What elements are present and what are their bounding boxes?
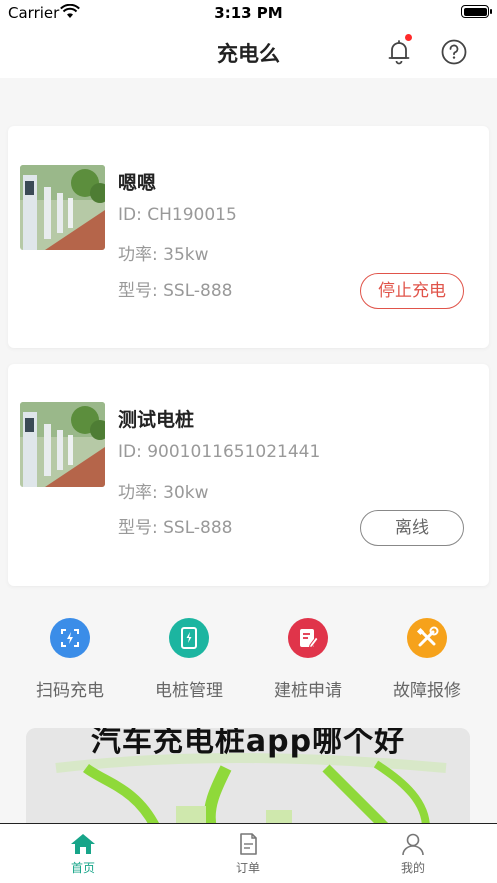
tab-profile[interactable]: 我的 [363, 832, 463, 876]
charger-icon [169, 618, 209, 658]
status-bar: Carrier 3:13 PM [0, 0, 497, 26]
station-name: 测试电桩 [118, 409, 195, 431]
repair-icon [407, 618, 447, 658]
nav-bar: 充电么 [0, 26, 497, 78]
home-icon [71, 834, 95, 854]
quick-action-label: 扫码充电 [36, 681, 104, 701]
notification-dot [405, 34, 412, 41]
station-power: 功率: 35kw [118, 245, 209, 265]
profile-icon [402, 833, 424, 856]
offline-button[interactable]: 离线 [360, 510, 464, 546]
quick-action-label: 建桩申请 [274, 681, 342, 701]
quick-action-label: 故障报修 [393, 681, 461, 701]
status-time: 3:13 PM [214, 4, 283, 22]
station-id: ID: CH190015 [118, 205, 237, 225]
station-name: 嗯嗯 [118, 172, 157, 194]
bell-icon[interactable] [385, 34, 413, 66]
tab-home[interactable]: 首页 [33, 832, 133, 876]
scan-charge-button[interactable]: 扫码充电 [20, 608, 120, 701]
fault-repair-button[interactable]: 故障报修 [377, 608, 477, 701]
quick-actions: 扫码充电 电桩管理 建桩申请 故障报修 [0, 608, 497, 708]
station-model: 型号: SSL-888 [118, 281, 233, 301]
station-power: 功率: 30kw [118, 483, 209, 503]
station-card[interactable]: 嗯嗯 ID: CH190015 功率: 35kw 型号: SSL-888 停止充… [8, 126, 489, 348]
charger-management-button[interactable]: 电桩管理 [139, 608, 239, 701]
station-id: ID: 9001011651021441 [118, 442, 321, 462]
tab-bar: 首页 订单 我的 [0, 823, 497, 883]
promo-banner[interactable]: 汽车充电桩app哪个好 [26, 728, 470, 828]
order-icon [240, 833, 257, 855]
build-application-button[interactable]: 建桩申请 [258, 608, 358, 701]
tab-label: 首页 [70, 861, 95, 875]
apply-icon [288, 618, 328, 658]
banner-title: 汽车充电桩app哪个好 [90, 728, 406, 759]
stop-charging-button[interactable]: 停止充电 [360, 273, 464, 309]
battery-icon [461, 5, 492, 18]
page-title: 充电么 [217, 42, 280, 66]
quick-action-label: 电桩管理 [155, 681, 223, 701]
tab-label: 我的 [400, 861, 425, 875]
station-model: 型号: SSL-888 [118, 518, 233, 538]
help-icon[interactable] [440, 38, 468, 66]
station-photo [20, 165, 105, 250]
station-photo [20, 402, 105, 487]
tab-label: 订单 [235, 861, 260, 875]
scan-icon [50, 618, 90, 658]
station-card[interactable]: 测试电桩 ID: 9001011651021441 功率: 30kw 型号: S… [8, 364, 489, 586]
tab-orders[interactable]: 订单 [198, 832, 298, 876]
